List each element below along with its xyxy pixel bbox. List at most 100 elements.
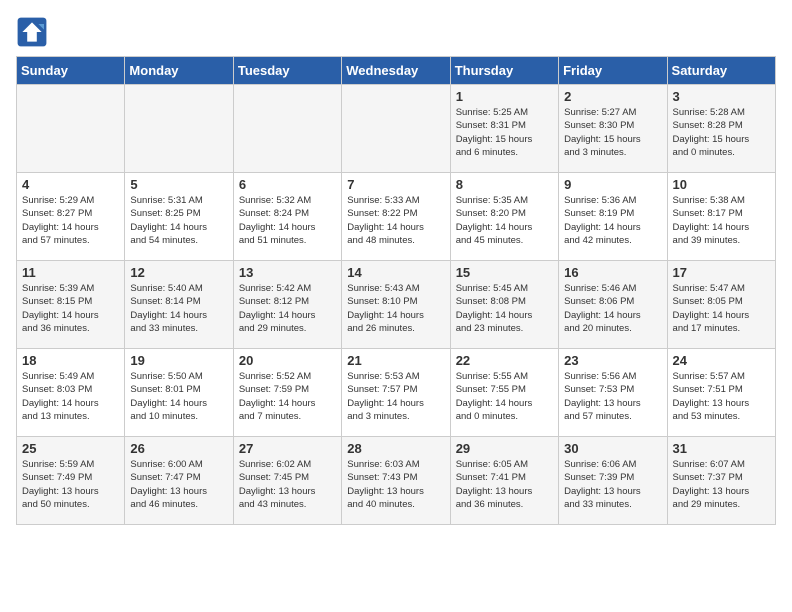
logo-icon	[16, 16, 48, 48]
day-number: 3	[673, 89, 770, 104]
day-number: 13	[239, 265, 336, 280]
day-header-wednesday: Wednesday	[342, 57, 450, 85]
day-number: 6	[239, 177, 336, 192]
day-detail: Sunrise: 6:07 AM Sunset: 7:37 PM Dayligh…	[673, 458, 770, 511]
day-number: 8	[456, 177, 553, 192]
day-header-tuesday: Tuesday	[233, 57, 341, 85]
header	[16, 16, 776, 48]
day-cell: 13 Sunrise: 5:42 AM Sunset: 8:12 PM Dayli…	[233, 261, 341, 349]
day-detail: Sunrise: 5:55 AM Sunset: 7:55 PM Dayligh…	[456, 370, 553, 423]
day-detail: Sunrise: 5:36 AM Sunset: 8:19 PM Dayligh…	[564, 194, 661, 247]
day-detail: Sunrise: 5:42 AM Sunset: 8:12 PM Dayligh…	[239, 282, 336, 335]
day-number: 2	[564, 89, 661, 104]
day-detail: Sunrise: 6:02 AM Sunset: 7:45 PM Dayligh…	[239, 458, 336, 511]
day-detail: Sunrise: 6:05 AM Sunset: 7:41 PM Dayligh…	[456, 458, 553, 511]
day-detail: Sunrise: 5:39 AM Sunset: 8:15 PM Dayligh…	[22, 282, 119, 335]
day-cell: 14Sunrise: 5:43 AM Sunset: 8:10 PM Dayli…	[342, 261, 450, 349]
day-detail: Sunrise: 5:43 AM Sunset: 8:10 PM Dayligh…	[347, 282, 444, 335]
day-detail: Sunrise: 6:00 AM Sunset: 7:47 PM Dayligh…	[130, 458, 227, 511]
day-number: 29	[456, 441, 553, 456]
day-cell: 26 Sunrise: 6:00 AM Sunset: 7:47 PM Dayli…	[125, 437, 233, 525]
day-detail: Sunrise: 5:32 AM Sunset: 8:24 PM Dayligh…	[239, 194, 336, 247]
day-cell: 28Sunrise: 6:03 AM Sunset: 7:43 PM Dayli…	[342, 437, 450, 525]
day-detail: Sunrise: 5:45 AM Sunset: 8:08 PM Dayligh…	[456, 282, 553, 335]
day-detail: Sunrise: 5:31 AM Sunset: 8:25 PM Dayligh…	[130, 194, 227, 247]
day-number: 30	[564, 441, 661, 456]
day-detail: Sunrise: 6:06 AM Sunset: 7:39 PM Dayligh…	[564, 458, 661, 511]
day-cell	[233, 85, 341, 173]
day-cell: 11 Sunrise: 5:39 AM Sunset: 8:15 PM Dayli…	[17, 261, 125, 349]
day-cell: 24 Sunrise: 5:57 AM Sunset: 7:51 PM Dayli…	[667, 349, 775, 437]
day-number: 7	[347, 177, 444, 192]
day-number: 9	[564, 177, 661, 192]
day-detail: Sunrise: 5:28 AM Sunset: 8:28 PM Dayligh…	[673, 106, 770, 159]
day-detail: Sunrise: 5:25 AM Sunset: 8:31 PM Dayligh…	[456, 106, 553, 159]
day-detail: Sunrise: 5:56 AM Sunset: 7:53 PM Dayligh…	[564, 370, 661, 423]
day-cell: 31 Sunrise: 6:07 AM Sunset: 7:37 PM Dayli…	[667, 437, 775, 525]
day-number: 18	[22, 353, 119, 368]
day-number: 5	[130, 177, 227, 192]
day-number: 24	[673, 353, 770, 368]
day-number: 16	[564, 265, 661, 280]
day-cell: 1 Sunrise: 5:25 AM Sunset: 8:31 PM Daylig…	[450, 85, 558, 173]
day-header-sunday: Sunday	[17, 57, 125, 85]
day-number: 20	[239, 353, 336, 368]
day-number: 12	[130, 265, 227, 280]
day-number: 27	[239, 441, 336, 456]
day-cell: 2 Sunrise: 5:27 AM Sunset: 8:30 PM Daylig…	[559, 85, 667, 173]
day-cell: 8 Sunrise: 5:35 AM Sunset: 8:20 PM Daylig…	[450, 173, 558, 261]
day-cell: 23 Sunrise: 5:56 AM Sunset: 7:53 PM Dayli…	[559, 349, 667, 437]
day-number: 11	[22, 265, 119, 280]
day-header-thursday: Thursday	[450, 57, 558, 85]
day-cell: 19Sunrise: 5:50 AM Sunset: 8:01 PM Dayli…	[125, 349, 233, 437]
day-detail: Sunrise: 5:53 AM Sunset: 7:57 PM Dayligh…	[347, 370, 444, 423]
day-header-monday: Monday	[125, 57, 233, 85]
day-header-friday: Friday	[559, 57, 667, 85]
day-detail: Sunrise: 5:29 AM Sunset: 8:27 PM Dayligh…	[22, 194, 119, 247]
day-number: 15	[456, 265, 553, 280]
day-cell: 16 Sunrise: 5:46 AM Sunset: 8:06 PM Dayli…	[559, 261, 667, 349]
day-cell: 12 Sunrise: 5:40 AM Sunset: 8:14 PM Dayli…	[125, 261, 233, 349]
day-detail: Sunrise: 5:35 AM Sunset: 8:20 PM Dayligh…	[456, 194, 553, 247]
day-detail: Sunrise: 5:33 AM Sunset: 8:22 PM Dayligh…	[347, 194, 444, 247]
day-detail: Sunrise: 5:46 AM Sunset: 8:06 PM Dayligh…	[564, 282, 661, 335]
day-number: 10	[673, 177, 770, 192]
calendar-table: SundayMondayTuesdayWednesdayThursdayFrid…	[16, 56, 776, 525]
day-cell: 10 Sunrise: 5:38 AM Sunset: 8:17 PM Dayli…	[667, 173, 775, 261]
day-detail: Sunrise: 5:47 AM Sunset: 8:05 PM Dayligh…	[673, 282, 770, 335]
day-header-saturday: Saturday	[667, 57, 775, 85]
day-number: 17	[673, 265, 770, 280]
week-row-5: 25Sunrise: 5:59 AM Sunset: 7:49 PM Dayli…	[17, 437, 776, 525]
day-cell: 5 Sunrise: 5:31 AM Sunset: 8:25 PM Daylig…	[125, 173, 233, 261]
day-detail: Sunrise: 5:57 AM Sunset: 7:51 PM Dayligh…	[673, 370, 770, 423]
day-number: 31	[673, 441, 770, 456]
day-cell	[342, 85, 450, 173]
day-number: 22	[456, 353, 553, 368]
day-detail: Sunrise: 5:59 AM Sunset: 7:49 PM Dayligh…	[22, 458, 119, 511]
day-cell: 30 Sunrise: 6:06 AM Sunset: 7:39 PM Dayli…	[559, 437, 667, 525]
day-cell: 21Sunrise: 5:53 AM Sunset: 7:57 PM Dayli…	[342, 349, 450, 437]
day-cell: 27 Sunrise: 6:02 AM Sunset: 7:45 PM Dayli…	[233, 437, 341, 525]
day-cell: 15 Sunrise: 5:45 AM Sunset: 8:08 PM Dayli…	[450, 261, 558, 349]
day-number: 1	[456, 89, 553, 104]
day-cell: 25Sunrise: 5:59 AM Sunset: 7:49 PM Dayli…	[17, 437, 125, 525]
day-cell: 9 Sunrise: 5:36 AM Sunset: 8:19 PM Daylig…	[559, 173, 667, 261]
day-detail: Sunrise: 5:27 AM Sunset: 8:30 PM Dayligh…	[564, 106, 661, 159]
day-cell: 29 Sunrise: 6:05 AM Sunset: 7:41 PM Dayli…	[450, 437, 558, 525]
day-detail: Sunrise: 5:50 AM Sunset: 8:01 PM Dayligh…	[130, 370, 227, 423]
day-detail: Sunrise: 5:40 AM Sunset: 8:14 PM Dayligh…	[130, 282, 227, 335]
day-cell	[17, 85, 125, 173]
week-row-4: 18 Sunrise: 5:49 AM Sunset: 8:03 PM Dayli…	[17, 349, 776, 437]
day-cell: 17 Sunrise: 5:47 AM Sunset: 8:05 PM Dayli…	[667, 261, 775, 349]
day-cell: 4Sunrise: 5:29 AM Sunset: 8:27 PM Daylig…	[17, 173, 125, 261]
day-detail: Sunrise: 5:38 AM Sunset: 8:17 PM Dayligh…	[673, 194, 770, 247]
week-row-3: 11 Sunrise: 5:39 AM Sunset: 8:15 PM Dayli…	[17, 261, 776, 349]
day-number: 26	[130, 441, 227, 456]
day-cell: 20Sunrise: 5:52 AM Sunset: 7:59 PM Dayli…	[233, 349, 341, 437]
day-detail: Sunrise: 5:49 AM Sunset: 8:03 PM Dayligh…	[22, 370, 119, 423]
day-cell: 6 Sunrise: 5:32 AM Sunset: 8:24 PM Daylig…	[233, 173, 341, 261]
day-cell	[125, 85, 233, 173]
days-header-row: SundayMondayTuesdayWednesdayThursdayFrid…	[17, 57, 776, 85]
day-number: 23	[564, 353, 661, 368]
logo	[16, 16, 50, 48]
